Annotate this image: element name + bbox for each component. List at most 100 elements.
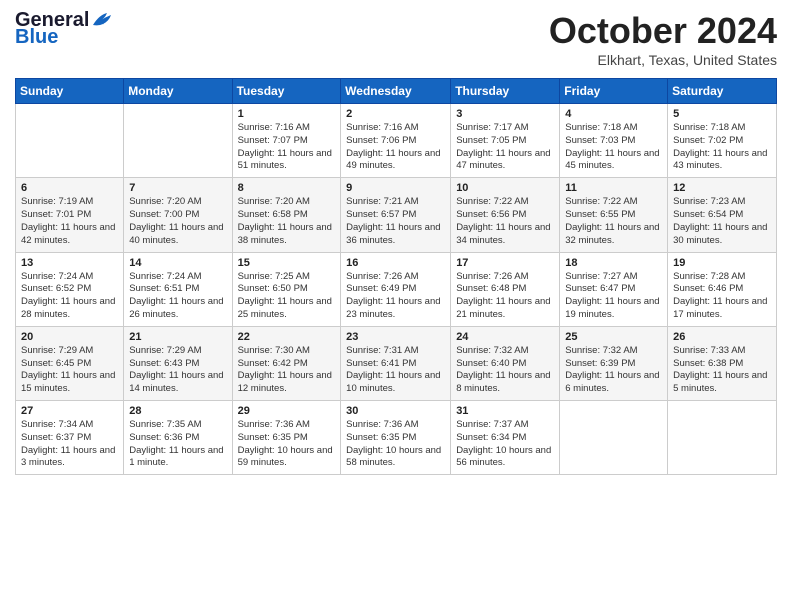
day-info: Sunrise: 7:31 AM Sunset: 6:41 PM Dayligh…	[346, 345, 445, 396]
day-number: 9	[346, 182, 445, 194]
calendar-cell: 31Sunrise: 7:37 AM Sunset: 6:34 PM Dayli…	[451, 401, 560, 475]
month-title: October 2024	[549, 10, 777, 52]
calendar-cell: 15 Sunrise: 7:25 AM Sunset: 6:50 PM Dayli…	[232, 252, 341, 326]
weekday-header-cell: Friday	[560, 79, 668, 104]
calendar-cell: 1 Sunrise: 7:16 AM Sunset: 7:07 PM Daylig…	[232, 104, 341, 178]
calendar-cell: 28Sunrise: 7:35 AM Sunset: 6:36 PM Dayli…	[124, 401, 232, 475]
calendar-cell: 25 Sunrise: 7:32 AM Sunset: 6:39 PM Dayli…	[560, 326, 668, 400]
day-info: Sunrise: 7:30 AM Sunset: 6:42 PM Dayligh…	[238, 345, 336, 396]
day-info: Sunrise: 7:19 AM Sunset: 7:01 PM Dayligh…	[21, 196, 118, 247]
day-number: 19	[673, 257, 771, 269]
day-info: Sunrise: 7:24 AM Sunset: 6:51 PM Dayligh…	[129, 271, 226, 322]
day-number: 25	[565, 331, 662, 343]
location: Elkhart, Texas, United States	[549, 52, 777, 68]
day-info: Sunrise: 7:28 AM Sunset: 6:46 PM Dayligh…	[673, 271, 771, 322]
day-number: 13	[21, 257, 118, 269]
weekday-header-cell: Thursday	[451, 79, 560, 104]
calendar-cell: 13Sunrise: 7:24 AM Sunset: 6:52 PM Dayli…	[16, 252, 124, 326]
day-number: 11	[565, 182, 662, 194]
calendar-cell: 11 Sunrise: 7:22 AM Sunset: 6:55 PM Dayli…	[560, 178, 668, 252]
calendar-cell: 14 Sunrise: 7:24 AM Sunset: 6:51 PM Dayli…	[124, 252, 232, 326]
calendar-cell: 12 Sunrise: 7:23 AM Sunset: 6:54 PM Dayli…	[668, 178, 777, 252]
day-info: Sunrise: 7:36 AM Sunset: 6:35 PM Dayligh…	[238, 419, 336, 470]
calendar-cell: 16 Sunrise: 7:26 AM Sunset: 6:49 PM Dayli…	[341, 252, 451, 326]
calendar-cell: 27Sunrise: 7:34 AM Sunset: 6:37 PM Dayli…	[16, 401, 124, 475]
day-info: Sunrise: 7:32 AM Sunset: 6:39 PM Dayligh…	[565, 345, 662, 396]
calendar-week-row: 6 Sunrise: 7:19 AM Sunset: 7:01 PM Daylig…	[16, 178, 777, 252]
day-info: Sunrise: 7:29 AM Sunset: 6:45 PM Dayligh…	[21, 345, 118, 396]
calendar-cell	[16, 104, 124, 178]
page: General Blue October 2024 Elkhart, Texas…	[0, 0, 792, 612]
day-info: Sunrise: 7:26 AM Sunset: 6:49 PM Dayligh…	[346, 271, 445, 322]
calendar-cell: 7 Sunrise: 7:20 AM Sunset: 7:00 PM Daylig…	[124, 178, 232, 252]
day-number: 30	[346, 405, 445, 417]
day-info: Sunrise: 7:27 AM Sunset: 6:47 PM Dayligh…	[565, 271, 662, 322]
day-number: 27	[21, 405, 118, 417]
day-number: 20	[21, 331, 118, 343]
calendar-cell: 29 Sunrise: 7:36 AM Sunset: 6:35 PM Dayli…	[232, 401, 341, 475]
calendar-week-row: 1 Sunrise: 7:16 AM Sunset: 7:07 PM Daylig…	[16, 104, 777, 178]
day-number: 26	[673, 331, 771, 343]
day-number: 29	[238, 405, 336, 417]
calendar-table: SundayMondayTuesdayWednesdayThursdayFrid…	[15, 78, 777, 475]
day-number: 2	[346, 108, 445, 120]
day-info: Sunrise: 7:22 AM Sunset: 6:56 PM Dayligh…	[456, 196, 554, 247]
title-block: October 2024 Elkhart, Texas, United Stat…	[549, 10, 777, 68]
calendar-cell: 8 Sunrise: 7:20 AM Sunset: 6:58 PM Daylig…	[232, 178, 341, 252]
day-number: 24	[456, 331, 554, 343]
calendar-cell: 22 Sunrise: 7:30 AM Sunset: 6:42 PM Dayli…	[232, 326, 341, 400]
day-number: 22	[238, 331, 336, 343]
day-number: 14	[129, 257, 226, 269]
calendar-cell	[668, 401, 777, 475]
calendar-cell: 26Sunrise: 7:33 AM Sunset: 6:38 PM Dayli…	[668, 326, 777, 400]
day-info: Sunrise: 7:37 AM Sunset: 6:34 PM Dayligh…	[456, 419, 554, 470]
header: General Blue October 2024 Elkhart, Texas…	[15, 10, 777, 68]
day-info: Sunrise: 7:18 AM Sunset: 7:02 PM Dayligh…	[673, 122, 771, 173]
day-number: 7	[129, 182, 226, 194]
day-info: Sunrise: 7:25 AM Sunset: 6:50 PM Dayligh…	[238, 271, 336, 322]
weekday-header-cell: Tuesday	[232, 79, 341, 104]
day-info: Sunrise: 7:16 AM Sunset: 7:06 PM Dayligh…	[346, 122, 445, 173]
calendar-cell: 23 Sunrise: 7:31 AM Sunset: 6:41 PM Dayli…	[341, 326, 451, 400]
calendar-cell: 9 Sunrise: 7:21 AM Sunset: 6:57 PM Daylig…	[341, 178, 451, 252]
day-info: Sunrise: 7:22 AM Sunset: 6:55 PM Dayligh…	[565, 196, 662, 247]
calendar-cell	[124, 104, 232, 178]
day-info: Sunrise: 7:16 AM Sunset: 7:07 PM Dayligh…	[238, 122, 336, 173]
weekday-header-cell: Wednesday	[341, 79, 451, 104]
day-number: 12	[673, 182, 771, 194]
day-info: Sunrise: 7:21 AM Sunset: 6:57 PM Dayligh…	[346, 196, 445, 247]
calendar-week-row: 20 Sunrise: 7:29 AM Sunset: 6:45 PM Dayli…	[16, 326, 777, 400]
calendar-cell: 4Sunrise: 7:18 AM Sunset: 7:03 PM Daylig…	[560, 104, 668, 178]
day-number: 1	[238, 108, 336, 120]
calendar-week-row: 27Sunrise: 7:34 AM Sunset: 6:37 PM Dayli…	[16, 401, 777, 475]
day-number: 23	[346, 331, 445, 343]
calendar-cell: 2 Sunrise: 7:16 AM Sunset: 7:06 PM Daylig…	[341, 104, 451, 178]
calendar-cell: 18Sunrise: 7:27 AM Sunset: 6:47 PM Dayli…	[560, 252, 668, 326]
logo-bird-icon	[91, 11, 113, 29]
logo-blue: Blue	[15, 26, 58, 49]
calendar-cell: 30 Sunrise: 7:36 AM Sunset: 6:35 PM Dayli…	[341, 401, 451, 475]
calendar-cell: 3Sunrise: 7:17 AM Sunset: 7:05 PM Daylig…	[451, 104, 560, 178]
day-info: Sunrise: 7:36 AM Sunset: 6:35 PM Dayligh…	[346, 419, 445, 470]
day-number: 8	[238, 182, 336, 194]
weekday-header-cell: Monday	[124, 79, 232, 104]
calendar-cell	[560, 401, 668, 475]
calendar-cell: 5 Sunrise: 7:18 AM Sunset: 7:02 PM Daylig…	[668, 104, 777, 178]
day-number: 17	[456, 257, 554, 269]
calendar-cell: 6 Sunrise: 7:19 AM Sunset: 7:01 PM Daylig…	[16, 178, 124, 252]
day-info: Sunrise: 7:23 AM Sunset: 6:54 PM Dayligh…	[673, 196, 771, 247]
calendar-cell: 17Sunrise: 7:26 AM Sunset: 6:48 PM Dayli…	[451, 252, 560, 326]
calendar-body: 1 Sunrise: 7:16 AM Sunset: 7:07 PM Daylig…	[16, 104, 777, 475]
day-number: 10	[456, 182, 554, 194]
day-number: 16	[346, 257, 445, 269]
calendar-cell: 10 Sunrise: 7:22 AM Sunset: 6:56 PM Dayli…	[451, 178, 560, 252]
day-number: 5	[673, 108, 771, 120]
calendar-cell: 19 Sunrise: 7:28 AM Sunset: 6:46 PM Dayli…	[668, 252, 777, 326]
day-number: 15	[238, 257, 336, 269]
day-info: Sunrise: 7:20 AM Sunset: 7:00 PM Dayligh…	[129, 196, 226, 247]
weekday-header-cell: Sunday	[16, 79, 124, 104]
day-number: 6	[21, 182, 118, 194]
day-info: Sunrise: 7:20 AM Sunset: 6:58 PM Dayligh…	[238, 196, 336, 247]
day-info: Sunrise: 7:35 AM Sunset: 6:36 PM Dayligh…	[129, 419, 226, 470]
calendar-week-row: 13Sunrise: 7:24 AM Sunset: 6:52 PM Dayli…	[16, 252, 777, 326]
